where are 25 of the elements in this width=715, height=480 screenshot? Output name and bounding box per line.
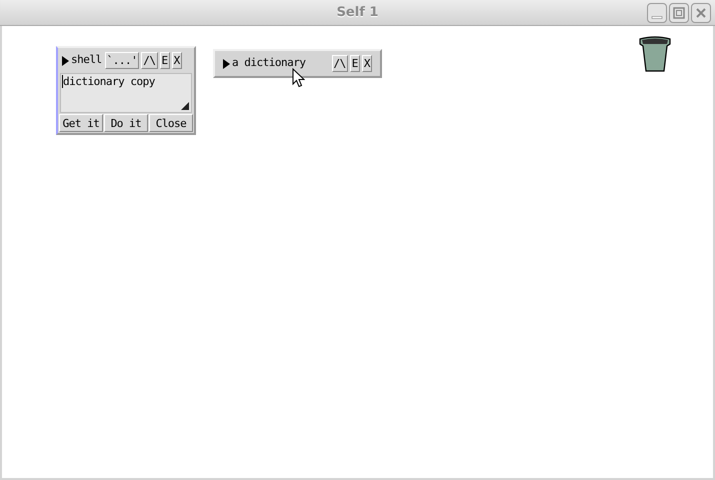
header-button[interactable]: `...' [104, 52, 140, 69]
action-button[interactable]: Do it [104, 114, 148, 132]
header-button[interactable]: /\ [332, 55, 348, 72]
header-button[interactable]: X [172, 52, 182, 69]
resize-handle-icon[interactable] [181, 102, 189, 110]
header-button[interactable]: X [362, 55, 372, 72]
maximize-button[interactable] [669, 3, 689, 23]
outliner-title: shell [71, 52, 102, 68]
outliner-title: a dictionary [232, 55, 306, 72]
close-button[interactable] [691, 3, 711, 23]
code-editor[interactable]: dictionary copy [60, 73, 192, 113]
action-button[interactable]: Close [149, 114, 193, 132]
minimize-icon [651, 16, 663, 19]
header-button[interactable]: E [160, 52, 170, 69]
header-button[interactable]: E [350, 55, 360, 72]
close-icon [695, 7, 707, 19]
window-title: Self 1 [336, 4, 378, 22]
action-button[interactable]: Get it [59, 114, 103, 132]
maximize-icon [673, 7, 685, 19]
minimize-button[interactable] [647, 3, 667, 23]
collapsed-triangle-icon[interactable] [62, 56, 69, 66]
cursor-icon [292, 68, 305, 88]
code-text: dictionary copy [62, 75, 155, 88]
header-button[interactable]: /\ [141, 52, 158, 69]
collapsed-triangle-icon[interactable] [223, 58, 230, 68]
